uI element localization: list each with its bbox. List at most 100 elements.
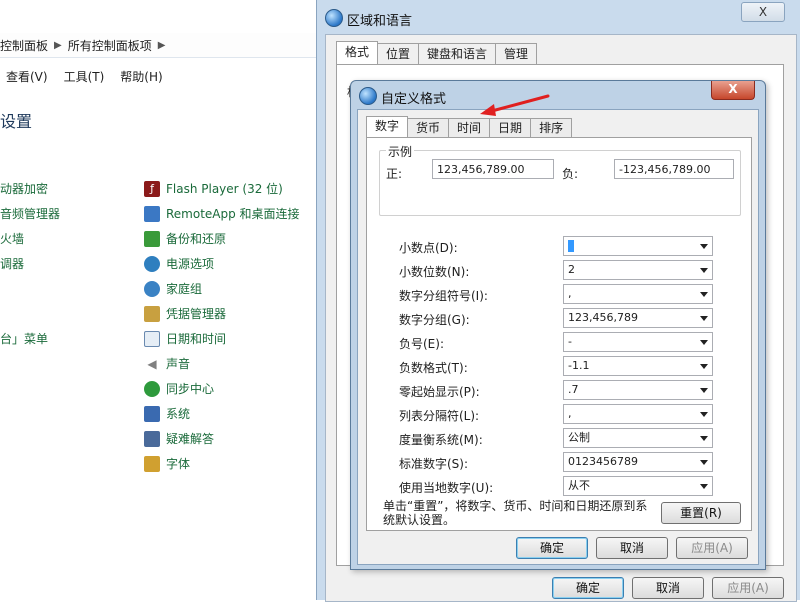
tab-time[interactable]: 时间 [448,118,491,137]
combo-value: 从不 [568,479,590,492]
cp-item-bitlocker[interactable]: 动器加密 [0,176,60,201]
combo-value: .7 [568,383,579,396]
breadcrumb-all-items[interactable]: 所有控制面板项 [68,37,152,54]
native-digits-combo[interactable]: 从不 [563,476,713,496]
tab-numbers[interactable]: 数字 [366,116,409,138]
menu-help[interactable]: 帮助(H) [120,68,162,85]
list-separator-label: 列表分隔符(L): [399,409,480,423]
apply-button[interactable]: 应用(A) [712,577,784,599]
reset-button[interactable]: 重置(R) [661,502,741,524]
item-label: 日期和时间 [166,332,227,346]
page-title: 设置 [0,112,33,131]
tab-currency[interactable]: 货币 [407,118,450,137]
breadcrumb-control-panel[interactable]: 控制面板 [0,37,48,54]
sample-group: 示例 正: 123,456,789.00 负: -123,456,789.00 [379,143,741,216]
cp-item-empty [0,301,60,326]
item-label: 台」菜单 [0,332,49,346]
breadcrumb-chevron-icon[interactable]: ▶ [54,40,62,51]
cp-item-fonts[interactable]: 字体 [144,451,300,476]
ok-button[interactable]: 确定 [516,537,588,559]
annotation-arrow-icon [480,94,550,116]
globe-icon [325,9,343,27]
tab-keyboards[interactable]: 键盘和语言 [418,43,497,64]
address-bar[interactable]: 控制面板 ▶ 所有控制面板项 ▶ [0,33,330,58]
tab-location[interactable]: 位置 [377,43,420,64]
cp-item-sync[interactable]: 同步中心 [144,376,300,401]
item-label: 电源选项 [166,257,215,271]
tab-strip: 数字 货币 时间 日期 排序 [366,116,573,138]
chevron-down-icon[interactable] [700,412,708,417]
item-label: 动器加密 [0,182,49,196]
cp-item-troubleshoot[interactable]: 疑难解答 [144,426,300,451]
cp-item-empty [0,276,60,301]
chevron-down-icon[interactable] [700,388,708,393]
item-label: 字体 [166,457,191,471]
sample-legend: 示例 [386,143,415,160]
cp-item-modem[interactable]: 调器 [0,251,60,276]
cp-item-datetime[interactable]: 日期和时间 [144,326,300,351]
cp-item-audio-manager[interactable]: 音频管理器 [0,201,60,226]
cp-item-firewall[interactable]: 火墙 [0,226,60,251]
list-separator-combo[interactable]: , [563,404,713,424]
negative-sign-combo[interactable]: - [563,332,713,352]
cp-item-sound[interactable]: ◀ 声音 [144,351,300,376]
close-button[interactable]: X [711,81,755,100]
standard-digits-label: 标准数字(S): [399,457,469,471]
cancel-button[interactable]: 取消 [632,577,704,599]
menu-view[interactable]: 查看(V) [6,68,48,85]
chevron-down-icon[interactable] [700,436,708,441]
negative-sample-field: -123,456,789.00 [614,159,734,179]
digit-grouping-symbol-label: 数字分组符号(I): [399,289,488,303]
cp-item-flash[interactable]: ƒ Flash Player (32 位) [144,176,300,201]
close-button[interactable]: X [741,2,785,22]
chevron-down-icon[interactable] [700,340,708,345]
dialog-client: 数字 货币 时间 日期 排序 示例 正: 123,456,789.00 负: -… [357,109,759,565]
chevron-down-icon[interactable] [700,316,708,321]
chevron-down-icon[interactable] [700,268,708,273]
measurement-system-combo[interactable]: 公制 [563,428,713,448]
cp-item-credential[interactable]: 凭据管理器 [144,301,300,326]
digit-grouping-combo[interactable]: 123,456,789 [563,308,713,328]
combo-value: , [568,407,572,420]
item-label: 备份和还原 [166,232,227,246]
combo-value: 公制 [568,431,590,444]
ok-button[interactable]: 确定 [552,577,624,599]
cp-item-backup[interactable]: 备份和还原 [144,226,300,251]
cp-item-power[interactable]: 电源选项 [144,251,300,276]
decimal-symbol-combo[interactable] [563,236,713,256]
apply-button[interactable]: 应用(A) [676,537,748,559]
negative-format-combo[interactable]: -1.1 [563,356,713,376]
menu-tools[interactable]: 工具(T) [64,68,105,85]
leading-zeros-combo[interactable]: .7 [563,380,713,400]
right-item-column: ƒ Flash Player (32 位) RemoteApp 和桌面连接 备份和… [144,176,300,476]
tab-administrative[interactable]: 管理 [495,43,538,64]
system-icon [144,405,160,422]
cp-item-system[interactable]: 系统 [144,401,300,426]
chevron-down-icon[interactable] [700,364,708,369]
reset-description: 单击“重置”，将数字、货币、时间和日期还原到系统默认设置。 [383,499,648,527]
leading-zeros-label: 零起始显示(P): [399,385,480,399]
chevron-down-icon[interactable] [700,460,708,465]
standard-digits-combo[interactable]: 0123456789 [563,452,713,472]
troubleshoot-icon [144,430,160,447]
item-label: 火墙 [0,232,25,246]
tab-sort[interactable]: 排序 [530,118,573,137]
item-label: 凭据管理器 [166,307,227,321]
cancel-button[interactable]: 取消 [596,537,668,559]
remoteapp-icon [144,205,160,222]
power-icon [144,255,160,272]
digit-grouping-symbol-combo[interactable]: , [563,284,713,304]
breadcrumb-chevron-icon[interactable]: ▶ [158,40,166,51]
chevron-down-icon[interactable] [700,292,708,297]
chevron-down-icon[interactable] [700,244,708,249]
decimal-digits-combo[interactable]: 2 [563,260,713,280]
cp-item-remoteapp[interactable]: RemoteApp 和桌面连接 [144,201,300,226]
cp-item-homegroup[interactable]: 家庭组 [144,276,300,301]
tab-date[interactable]: 日期 [489,118,532,137]
combo-value: -1.1 [568,359,590,372]
cp-item-start-menu[interactable]: 台」菜单 [0,326,60,351]
positive-label: 正: [386,167,403,181]
text-selection-highlight [568,240,574,252]
tab-formats[interactable]: 格式 [336,41,379,64]
chevron-down-icon[interactable] [700,484,708,489]
